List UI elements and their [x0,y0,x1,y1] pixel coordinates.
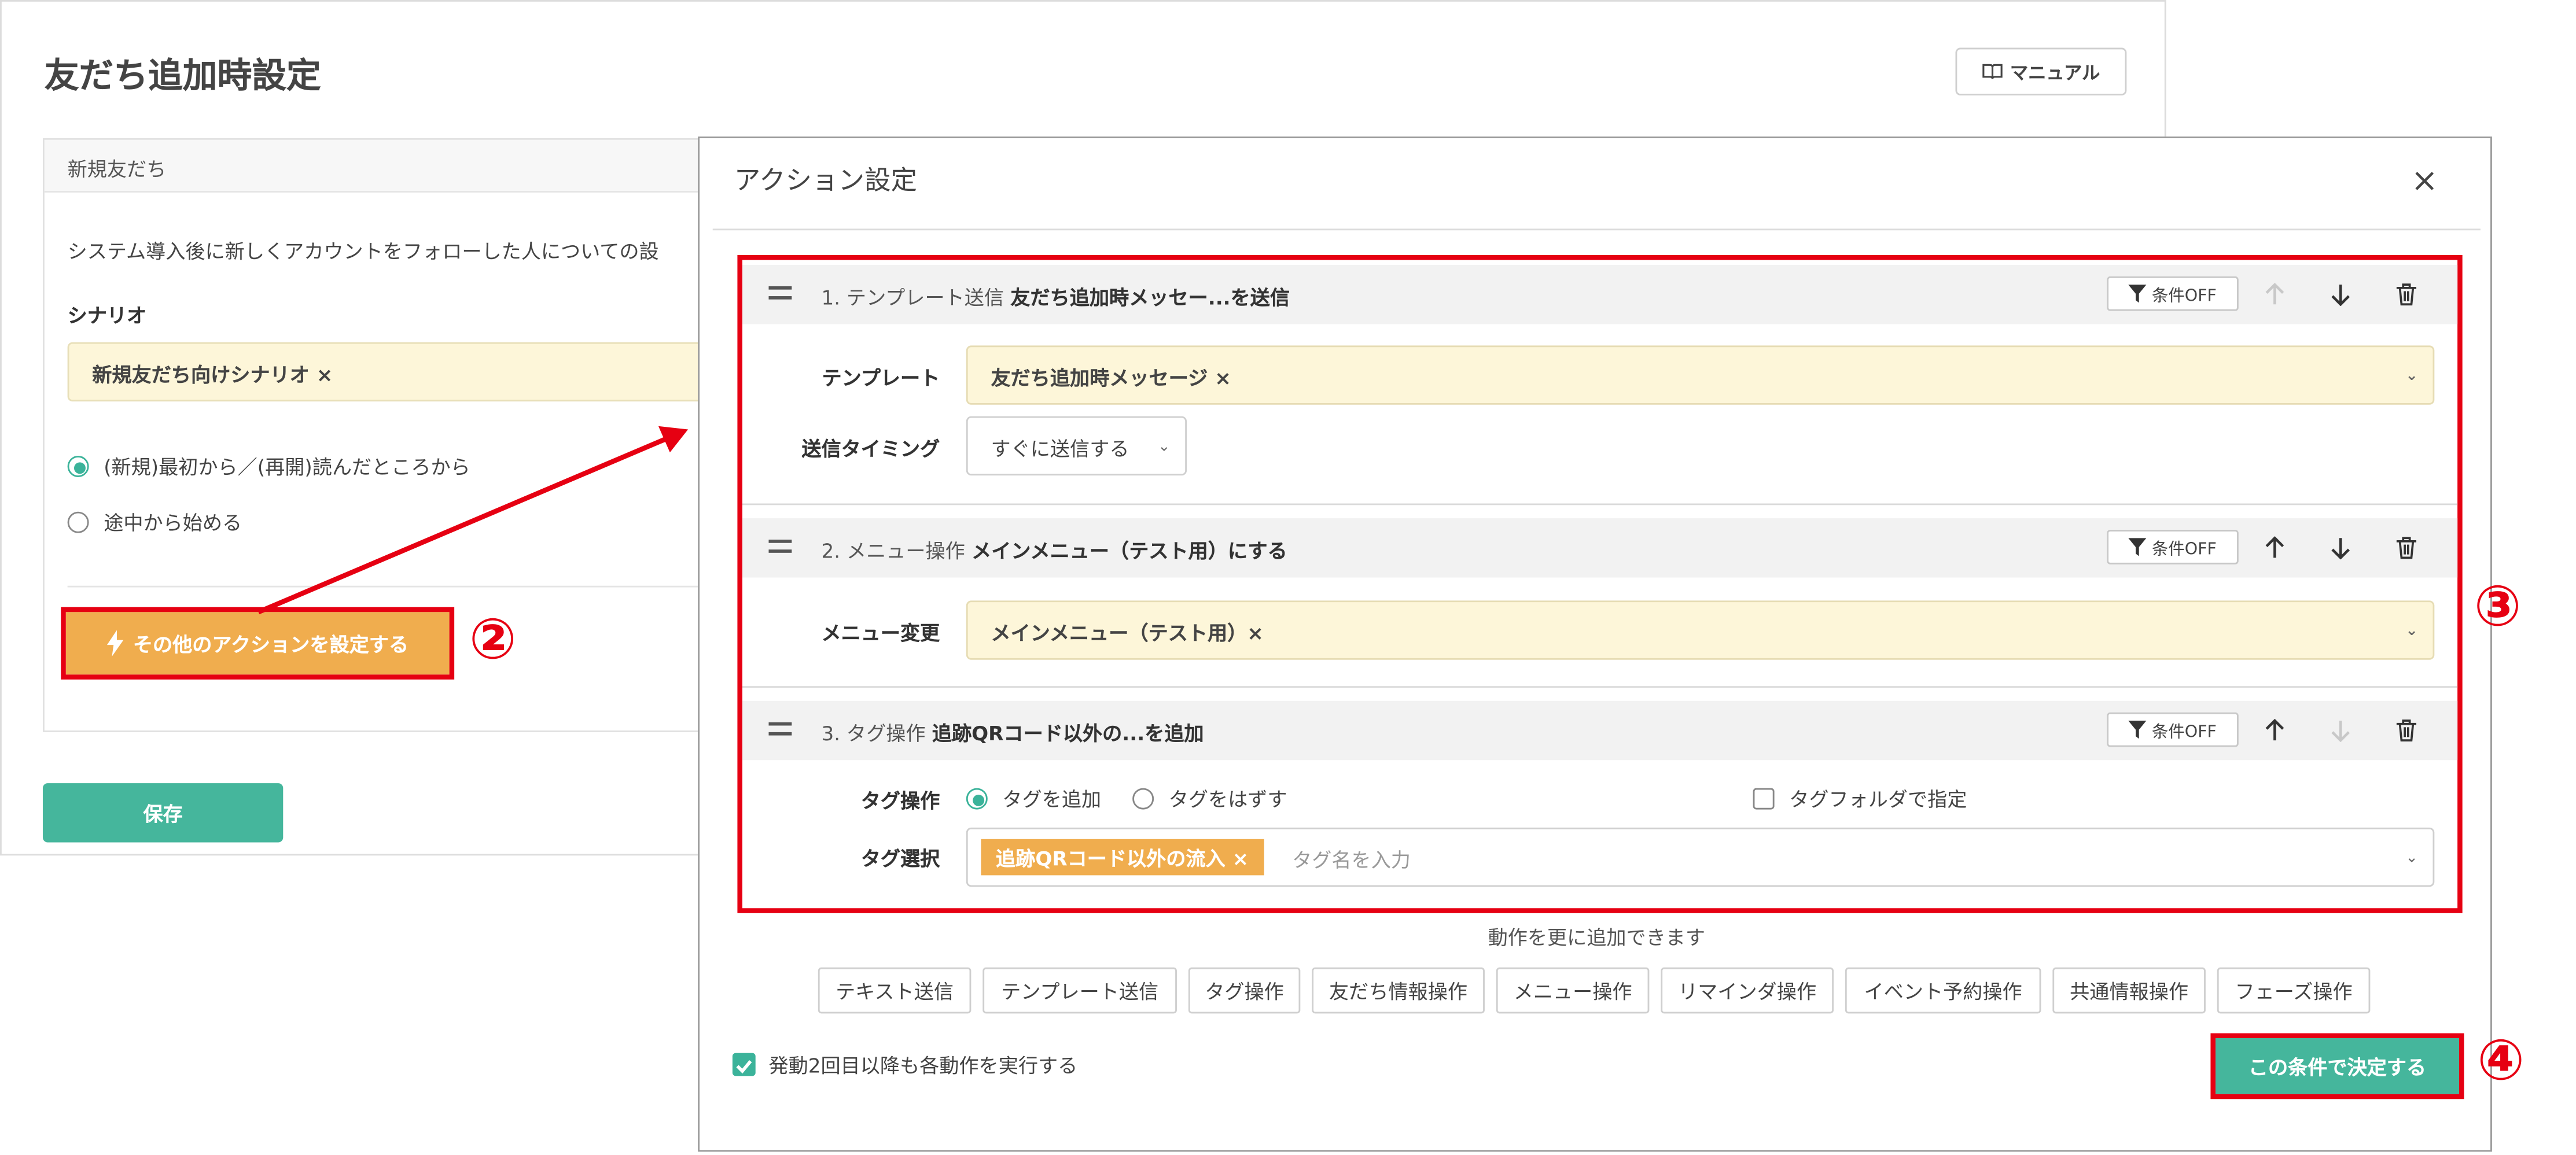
chevron-down-icon: ⌄ [2405,623,2418,640]
drag-handle-icon[interactable] [768,540,792,553]
check-icon [736,1060,752,1074]
trash-icon[interactable] [2395,719,2418,742]
action-3-title: 3. タグ操作 追跡QRコード以外の...を追加 [821,722,1204,746]
tag-select-label: タグ選択 [860,847,940,870]
trash-icon[interactable] [2395,536,2418,559]
action-1-header: 1. テンプレート送信 友だち追加時メッセー...を送信 条件OFF [742,264,2458,324]
add-shared-info-button[interactable]: 共通情報操作 [2052,967,2206,1014]
menu-change-label: メニュー変更 [821,622,940,645]
tag-input[interactable]: タグ名を入力 [1292,846,1411,873]
drag-handle-icon[interactable] [768,722,792,736]
arrow-down-icon[interactable] [2329,283,2352,307]
add-tag-label: タグを追加 [1002,788,1102,811]
action-3-header: 3. タグ操作 追跡QRコード以外の...を追加 条件OFF [742,700,2458,761]
action-settings-modal: アクション設定 1. テンプレート送信 友だち追加時メッセー...を送信 条件OF… [698,136,2492,1152]
arrow-down-icon[interactable] [2329,536,2352,560]
step-3-marker: ③ [2474,574,2522,640]
actions-list: 1. テンプレート送信 友だち追加時メッセー...を送信 条件OFF テンプレート… [737,254,2463,913]
condition-off-button[interactable]: 条件OFF [2107,712,2239,747]
arrow-up-icon[interactable] [2263,719,2286,742]
add-friend-info-button[interactable]: 友だち情報操作 [1312,967,1485,1014]
filter-icon [2129,720,2147,739]
action-divider [742,503,2458,505]
condition-off-button[interactable]: 条件OFF [2107,276,2239,311]
timing-select[interactable]: すぐに送信する ⌄ [966,416,1187,476]
chevron-down-icon: ⌄ [2405,850,2418,868]
condition-off-button[interactable]: 条件OFF [2107,529,2239,564]
arrow-up-icon[interactable] [2263,536,2286,559]
step-4-marker: ④ [2477,1028,2525,1094]
filter-icon [2129,538,2147,556]
add-action-hint: 動作を更に追加できます [1488,926,1706,950]
radio-remove-tag[interactable] [1132,788,1154,810]
modal-title: アクション設定 [734,164,918,196]
tag-folder-label: タグフォルダで指定 [1789,788,1967,811]
remove-tag-label: タグをはずす [1168,788,1287,811]
filter-icon [2129,285,2147,303]
action-2-header: 2. メニュー操作 メインメニュー（テスト用）にする 条件OFF [742,518,2458,578]
radio-add-tag[interactable] [966,788,988,810]
add-text-send-button[interactable]: テキスト送信 [818,967,971,1014]
tag-operation-label: タグ操作 [860,789,940,813]
action-1-title: 1. テンプレート送信 友だち追加時メッセー...を送信 [821,286,1290,309]
tag-select[interactable]: 追跡QRコード以外の流入 × タグ名を入力 ⌄ [966,827,2435,887]
add-template-send-button[interactable]: テンプレート送信 [982,967,1177,1014]
template-label: テンプレート [822,367,940,390]
add-event-reservation-button[interactable]: イベント予約操作 [1845,967,2041,1014]
chevron-down-icon: ⌄ [1158,439,1171,456]
chevron-down-icon: ⌄ [2405,368,2418,385]
decide-button[interactable]: この条件で決定する [2210,1033,2464,1099]
arrow-down-icon [2331,720,2350,742]
action-divider [742,686,2458,688]
arrow-up-icon [2265,283,2284,305]
add-reminder-button[interactable]: リマインダ操作 [1661,967,1834,1014]
action-2-title: 2. メニュー操作 メインメニュー（テスト用）にする [821,540,1287,563]
add-phase-button[interactable]: フェーズ操作 [2217,967,2371,1014]
drag-handle-icon[interactable] [768,286,792,300]
template-select[interactable]: 友だち追加時メッセージ × ⌄ [966,345,2435,405]
modal-divider [712,228,2481,231]
tag-folder-checkbox[interactable] [1753,788,1775,810]
add-tag-operation-button[interactable]: タグ操作 [1188,967,1301,1014]
trash-icon[interactable] [2395,283,2418,306]
close-icon[interactable] [2411,168,2438,194]
repeat-checkbox[interactable] [732,1053,756,1076]
tag-chip[interactable]: 追跡QRコード以外の流入 × [981,839,1264,876]
repeat-label: 発動2回目以降も各動作を実行する [768,1054,1078,1078]
menu-select[interactable]: メインメニュー（テスト用）× ⌄ [966,600,2435,660]
timing-label: 送信タイミング [801,437,940,461]
add-menu-operation-button[interactable]: メニュー操作 [1496,967,1650,1014]
